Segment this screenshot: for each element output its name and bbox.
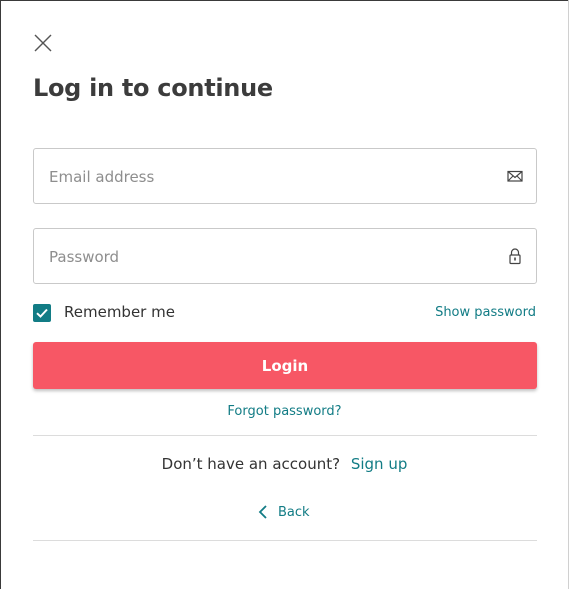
signup-row: Don’t have an account? Sign up bbox=[0, 455, 569, 473]
divider-top bbox=[33, 435, 537, 436]
back-button[interactable]: Back bbox=[258, 503, 310, 521]
envelope-icon bbox=[507, 170, 523, 182]
window-edge-left bbox=[0, 0, 1, 589]
remember-me-checkbox[interactable] bbox=[33, 304, 51, 322]
signup-question: Don’t have an account? bbox=[161, 455, 341, 473]
show-password-link[interactable]: Show password bbox=[435, 305, 536, 320]
remember-me-label[interactable]: Remember me bbox=[64, 303, 175, 321]
close-button[interactable] bbox=[33, 33, 53, 53]
login-button[interactable]: Login bbox=[33, 342, 537, 389]
signup-link[interactable]: Sign up bbox=[351, 455, 408, 473]
divider-bottom bbox=[33, 540, 537, 541]
back-label: Back bbox=[278, 504, 310, 520]
checkmark-icon bbox=[36, 308, 48, 318]
forgot-password-link[interactable]: Forgot password? bbox=[227, 404, 341, 419]
email-input[interactable] bbox=[47, 149, 491, 205]
close-icon bbox=[34, 34, 52, 52]
password-input[interactable] bbox=[47, 229, 491, 285]
window-edge-top bbox=[0, 0, 569, 1]
forgot-password-row: Forgot password? bbox=[0, 400, 569, 419]
page-title: Log in to continue bbox=[33, 74, 273, 102]
chevron-left-icon bbox=[258, 505, 267, 519]
email-field[interactable] bbox=[33, 148, 537, 205]
lock-icon bbox=[509, 248, 521, 265]
password-field[interactable] bbox=[33, 228, 537, 285]
